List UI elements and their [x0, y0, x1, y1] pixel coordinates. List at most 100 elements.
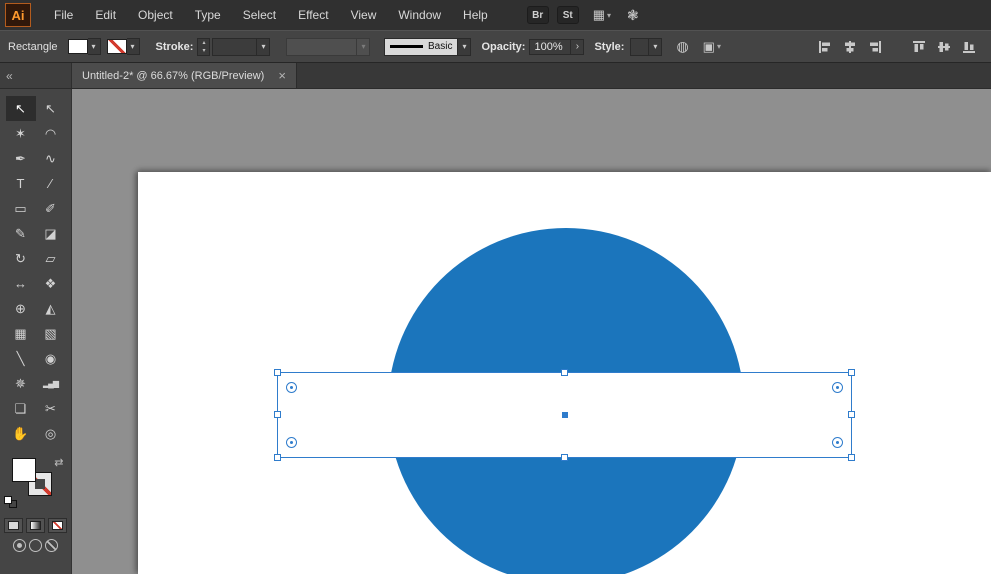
- document-tab[interactable]: Untitled-2* @ 66.67% (RGB/Preview) ×: [72, 63, 297, 88]
- gradient-mode-icon: [30, 521, 41, 530]
- vertical-align-center-icon[interactable]: [936, 39, 952, 55]
- symbol-sprayer-tool[interactable]: ✵: [6, 371, 36, 396]
- fill-swatch[interactable]: [12, 458, 36, 482]
- gradient-tool[interactable]: ▧: [36, 321, 66, 346]
- slice-tool[interactable]: ✂: [36, 396, 66, 421]
- draw-inside-button[interactable]: [45, 539, 58, 552]
- vertical-align-top-icon[interactable]: [911, 39, 927, 55]
- corner-radius-widget-bottom-right[interactable]: [832, 437, 843, 448]
- selection-handle-bottom-right[interactable]: [848, 454, 855, 461]
- none-mode-button[interactable]: [48, 518, 67, 533]
- line-segment-tool[interactable]: ∕: [36, 171, 66, 196]
- selection-handle-middle-right[interactable]: [848, 411, 855, 418]
- workspace-swirl-icon[interactable]: ❃: [627, 7, 639, 24]
- swap-fill-stroke-icon[interactable]: ⇄: [54, 456, 63, 469]
- collapse-panel-icon: «: [6, 69, 13, 83]
- default-fill-stroke-icon[interactable]: [4, 496, 20, 510]
- bridge-button[interactable]: Br: [527, 6, 549, 24]
- arrange-documents-button[interactable]: ▦ ▾: [593, 7, 611, 23]
- horizontal-align-left-icon[interactable]: [817, 39, 833, 55]
- menu-window[interactable]: Window: [387, 0, 452, 30]
- paintbrush-tool[interactable]: ✐: [36, 196, 66, 221]
- close-icon[interactable]: ×: [278, 68, 286, 83]
- menu-view[interactable]: View: [340, 0, 388, 30]
- selection-handle-middle-left[interactable]: [274, 411, 281, 418]
- menu-file[interactable]: File: [43, 0, 84, 30]
- type-tool[interactable]: T: [6, 171, 36, 196]
- stroke-weight-stepper[interactable]: ▴ ▾: [197, 38, 210, 56]
- mesh-tool[interactable]: ▦: [6, 321, 36, 346]
- panel-collapse-button[interactable]: «: [0, 63, 72, 88]
- selected-rectangle-shape[interactable]: [277, 372, 852, 458]
- stock-button[interactable]: St: [557, 6, 579, 24]
- column-graph-tool[interactable]: ▂▄▆: [36, 371, 66, 396]
- pen-tool[interactable]: ✒: [6, 146, 36, 171]
- corner-radius-widget-top-left[interactable]: [286, 382, 297, 393]
- menu-help[interactable]: Help: [452, 0, 499, 30]
- color-mode-icon: [8, 521, 19, 530]
- fill-color-dropdown[interactable]: ▾: [68, 38, 101, 55]
- opacity-label: Opacity:: [481, 41, 525, 53]
- corner-radius-widget-bottom-left[interactable]: [286, 437, 297, 448]
- content-area: ↖ ↖ ✶ ◠ ✒ ∿ T ∕ ▭ ✐ ✎ ◪ ↻ ▱ ↔ ❖ ⊕ ◭ ▦ ▧: [0, 89, 991, 574]
- canvas[interactable]: [72, 89, 991, 574]
- selection-handle-top-right[interactable]: [848, 369, 855, 376]
- chevron-down-icon: ▾: [356, 39, 369, 55]
- chevron-down-icon: ▾: [256, 39, 269, 55]
- perspective-grid-tool[interactable]: ◭: [36, 296, 66, 321]
- stroke-weight-dropdown[interactable]: ▾: [212, 38, 270, 56]
- chevron-down-icon: ▾: [717, 42, 721, 51]
- brush-preview: Basic: [384, 38, 458, 56]
- opacity-input[interactable]: [529, 39, 571, 55]
- zoom-tool[interactable]: ◎: [36, 421, 66, 446]
- transform-menu-icon: ▣: [703, 39, 715, 55]
- scale-tool[interactable]: ▱: [36, 246, 66, 271]
- eraser-tool[interactable]: ◪: [36, 221, 66, 246]
- width-tool[interactable]: ↔: [6, 271, 36, 296]
- corner-radius-widget-top-right[interactable]: [832, 382, 843, 393]
- menu-select[interactable]: Select: [232, 0, 287, 30]
- draw-normal-button[interactable]: [13, 539, 26, 552]
- menu-type[interactable]: Type: [184, 0, 232, 30]
- stroke-color-dropdown[interactable]: ▾: [107, 38, 140, 55]
- menu-edit[interactable]: Edit: [84, 0, 127, 30]
- vertical-align-bottom-icon[interactable]: [961, 39, 977, 55]
- curvature-tool[interactable]: ∿: [36, 146, 66, 171]
- selection-handle-top-left[interactable]: [274, 369, 281, 376]
- direct-selection-tool[interactable]: ↖: [36, 96, 66, 121]
- eyedropper-tool[interactable]: ╲: [6, 346, 36, 371]
- pencil-tool[interactable]: ✎: [6, 221, 36, 246]
- selection-handle-bottom-center[interactable]: [561, 454, 568, 461]
- recolor-artwork-icon[interactable]: ◍: [676, 38, 688, 55]
- tools-grid: ↖ ↖ ✶ ◠ ✒ ∿ T ∕ ▭ ✐ ✎ ◪ ↻ ▱ ↔ ❖ ⊕ ◭ ▦ ▧: [6, 89, 66, 446]
- center-point-indicator[interactable]: [562, 412, 568, 418]
- opacity-expander-button[interactable]: ›: [571, 39, 584, 55]
- magic-wand-tool[interactable]: ✶: [6, 121, 36, 146]
- color-mode-button[interactable]: [4, 518, 23, 533]
- transform-menu-button[interactable]: ▣ ▾: [703, 39, 721, 55]
- shape-builder-tool[interactable]: ⊕: [6, 296, 36, 321]
- selection-handle-bottom-left[interactable]: [274, 454, 281, 461]
- horizontal-align-center-icon[interactable]: [842, 39, 858, 55]
- selection-handle-top-center[interactable]: [561, 369, 568, 376]
- brush-definition-dropdown[interactable]: Basic ▾: [384, 38, 471, 56]
- rotate-tool[interactable]: ↻: [6, 246, 36, 271]
- style-dropdown[interactable]: ▾: [630, 38, 662, 56]
- menu-object[interactable]: Object: [127, 0, 184, 30]
- align-buttons-group: [817, 39, 983, 55]
- gradient-mode-button[interactable]: [26, 518, 45, 533]
- artboard-tool[interactable]: ❏: [6, 396, 36, 421]
- menubar: Ai File Edit Object Type Select Effect V…: [0, 0, 991, 30]
- selection-tool[interactable]: ↖: [6, 96, 36, 121]
- lasso-tool[interactable]: ◠: [36, 121, 66, 146]
- hand-tool[interactable]: ✋: [6, 421, 36, 446]
- menu-effect[interactable]: Effect: [287, 0, 339, 30]
- horizontal-align-right-icon[interactable]: [867, 39, 883, 55]
- rectangle-tool[interactable]: ▭: [6, 196, 36, 221]
- draw-behind-button[interactable]: [29, 539, 42, 552]
- fill-stroke-controls: ⇄: [0, 454, 72, 512]
- blend-tool[interactable]: ◉: [36, 346, 66, 371]
- app-logo-icon[interactable]: Ai: [5, 3, 31, 27]
- free-transform-tool[interactable]: ❖: [36, 271, 66, 296]
- artboard[interactable]: [138, 172, 991, 574]
